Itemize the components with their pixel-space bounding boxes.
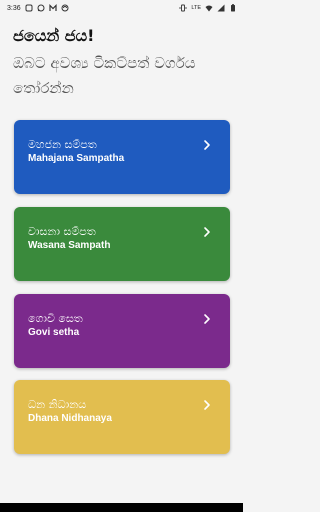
vibrate-icon <box>179 4 187 12</box>
lottery-card-title: මහජන සම්පත <box>28 138 97 151</box>
chevron-right-icon <box>202 313 212 325</box>
status-time: 3:36 <box>7 4 21 12</box>
gmail-icon <box>49 4 57 12</box>
notification-app-icon <box>25 4 33 12</box>
status-left: 3:36 <box>7 4 69 12</box>
lottery-card-title: ධන නිධානය <box>28 398 87 411</box>
lottery-card-govi-setha[interactable]: ගොවි සෙත Govi setha <box>14 294 230 368</box>
lottery-card-wasana-sampath[interactable]: වාසනා සම්පත Wasana Sampath <box>14 207 230 281</box>
page-subtitle: ඔබට අවශ්‍ය ටිකට්පත් වර්ගය තෝරන්න <box>13 54 196 97</box>
wifi-icon <box>205 4 213 12</box>
sync-icon <box>61 4 69 12</box>
lottery-card-title: වාසනා සම්පත <box>28 225 96 238</box>
lottery-card-mahajana-sampatha[interactable]: මහජන සම්පත Mahajana Sampatha <box>14 120 230 194</box>
battery-icon <box>229 4 237 12</box>
lottery-card-subtitle: Wasana Sampath <box>28 240 111 251</box>
lottery-card-subtitle: Govi setha <box>28 327 80 338</box>
status-bar: 3:36 LTE <box>0 0 243 16</box>
page-title: ජයෙන් ජය! <box>13 26 95 45</box>
lottery-card-title: ගොවි සෙත <box>28 312 83 325</box>
status-right: LTE <box>179 4 237 12</box>
signal-icon <box>217 4 225 12</box>
chevron-right-icon <box>202 139 212 151</box>
lottery-card-dhana-nidhanaya[interactable]: ධන නිධානය Dhana Nidhanaya <box>14 380 230 454</box>
chevron-right-icon <box>202 226 212 238</box>
system-navigation-bar <box>0 503 243 512</box>
lottery-card-subtitle: Dhana Nidhanaya <box>28 413 112 424</box>
chevron-right-icon <box>202 399 212 411</box>
lottery-card-subtitle: Mahajana Sampatha <box>28 153 125 164</box>
whatsapp-icon <box>37 4 45 12</box>
network-type-label: LTE <box>191 5 201 11</box>
